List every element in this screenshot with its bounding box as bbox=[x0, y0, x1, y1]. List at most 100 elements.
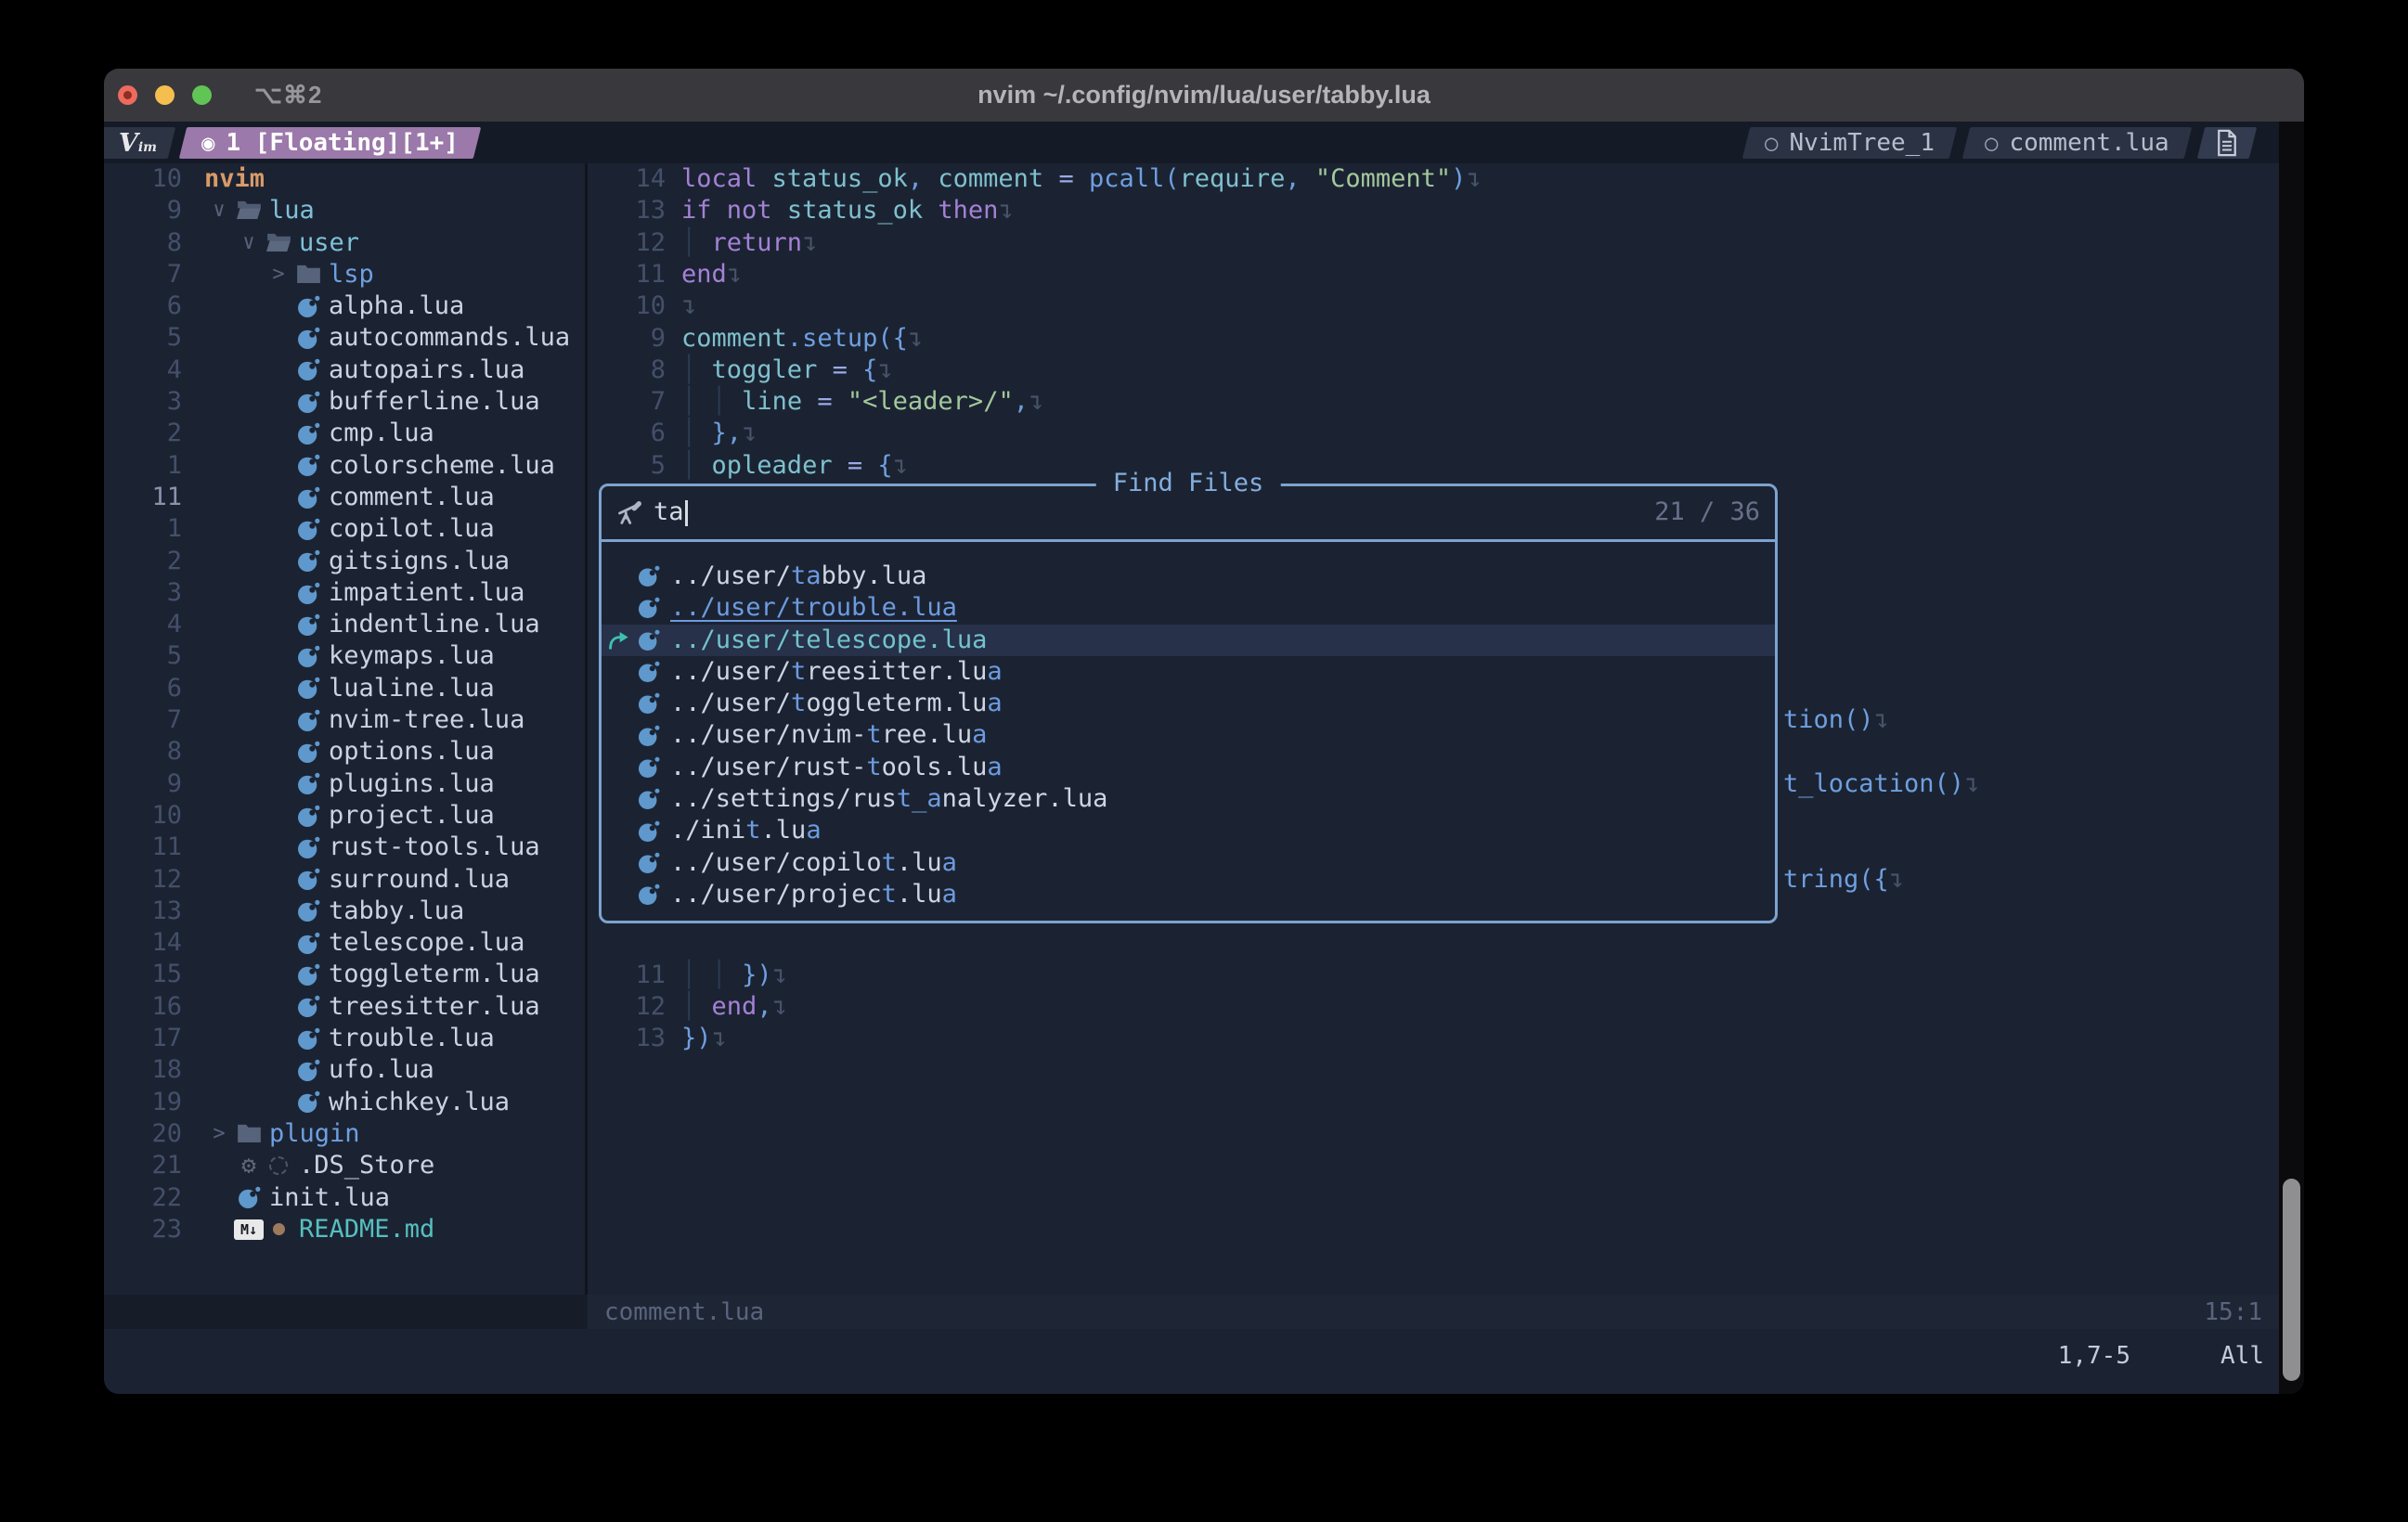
gear-icon: ⚙ bbox=[234, 1150, 264, 1181]
code-fragment: t_location()↴ bbox=[1783, 768, 1979, 800]
tree-row-autocommands-lua[interactable]: 5autocommands.lua bbox=[104, 322, 585, 354]
tree-row-gitsigns-lua[interactable]: 2gitsigns.lua bbox=[104, 546, 585, 577]
result-row[interactable]: ../user/nvim-tree.lua bbox=[602, 719, 1775, 751]
folder-closed-icon bbox=[237, 1123, 262, 1145]
tree-line-number: 20 bbox=[104, 1118, 182, 1150]
result-row[interactable]: ../user/project.lua bbox=[602, 879, 1775, 910]
document-icon bbox=[2215, 129, 2239, 157]
tree-row-colorscheme-lua[interactable]: 1colorscheme.lua bbox=[104, 450, 585, 482]
tree-row-rust-tools-lua[interactable]: 11rust-tools.lua bbox=[104, 832, 585, 863]
tree-row-lualine-lua[interactable]: 6lualine.lua bbox=[104, 673, 585, 704]
code-line[interactable]: 11│ │ })↴ bbox=[588, 960, 2279, 991]
tree-row-lua[interactable]: 9∨lua bbox=[104, 195, 585, 226]
tree-row-surround-lua[interactable]: 12surround.lua bbox=[104, 864, 585, 896]
result-row[interactable]: ./init.lua bbox=[602, 815, 1775, 846]
tab-active-floating[interactable]: ◉1 [Floating][1+] bbox=[179, 127, 481, 159]
code-line[interactable]: 8│ toggler = {↴ bbox=[588, 355, 2279, 386]
folder-open-icon bbox=[266, 232, 291, 254]
tree-row-keymaps-lua[interactable]: 5keymaps.lua bbox=[104, 640, 585, 672]
result-row[interactable]: ../user/rust-tools.lua bbox=[602, 752, 1775, 783]
chevron-down-icon[interactable]: ∨ bbox=[204, 195, 234, 226]
tree-row-user[interactable]: 8∨user bbox=[104, 227, 585, 259]
result-row[interactable]: ../user/trouble.lua bbox=[602, 592, 1775, 624]
tree-row-whichkey-lua[interactable]: 19whichkey.lua bbox=[104, 1087, 585, 1118]
lua-file-icon bbox=[296, 294, 321, 319]
tree-row-tabby-lua[interactable]: 13tabby.lua bbox=[104, 896, 585, 927]
code-line[interactable]: 5│ opleader = {↴ bbox=[588, 450, 2279, 482]
tab-nvimtree[interactable]: ○NvimTree_1 bbox=[1742, 127, 1957, 159]
result-row[interactable]: ../settings/rust_analyzer.lua bbox=[602, 783, 1775, 815]
chevron-right-icon[interactable]: > bbox=[204, 1118, 234, 1150]
find-files-popup: Find Files ta 21 / 36 ../user/tabby.lua.… bbox=[599, 484, 1778, 923]
tree-row-project-lua[interactable]: 10project.lua bbox=[104, 800, 585, 832]
telescope-icon bbox=[616, 500, 642, 526]
terminal-window: ⌥⌘2 nvim ~/.config/nvim/lua/user/tabby.l… bbox=[104, 69, 2304, 1394]
tree-row-nvim[interactable]: 10nvim bbox=[104, 163, 585, 195]
buffer-list-chip[interactable] bbox=[2197, 127, 2257, 159]
tree-row-copilot-lua[interactable]: 1copilot.lua bbox=[104, 513, 585, 545]
code-line[interactable]: 14local status_ok, comment = pcall(requi… bbox=[588, 163, 2279, 195]
lua-file-icon bbox=[296, 804, 321, 829]
chevron-down-icon[interactable]: ∨ bbox=[234, 227, 264, 259]
code-line[interactable]: 13if not status_ok then↴ bbox=[588, 195, 2279, 226]
code-line[interactable]: 11end↴ bbox=[588, 259, 2279, 290]
code-line[interactable]: 13})↴ bbox=[588, 1023, 2279, 1054]
lua-file-icon bbox=[296, 708, 321, 733]
tree-row-plugin[interactable]: 20>plugin bbox=[104, 1118, 585, 1150]
result-row[interactable]: ../user/tabby.lua bbox=[602, 561, 1775, 592]
tree-row-options-lua[interactable]: 8options.lua bbox=[104, 736, 585, 767]
tree-row-comment-lua[interactable]: 11comment.lua bbox=[104, 482, 585, 513]
code-line[interactable]: 9comment.setup({↴ bbox=[588, 323, 2279, 355]
tree-row-bufferline-lua[interactable]: 3bufferline.lua bbox=[104, 386, 585, 418]
tree-row--ds-store[interactable]: 21⚙.DS_Store bbox=[104, 1150, 585, 1181]
code-line[interactable]: 7│ │ line = "<leader>/",↴ bbox=[588, 386, 2279, 418]
lua-file-icon bbox=[296, 1026, 321, 1051]
lua-file-icon bbox=[296, 421, 321, 446]
tree-row-plugins-lua[interactable]: 9plugins.lua bbox=[104, 768, 585, 800]
tree-row-alpha-lua[interactable]: 6alpha.lua bbox=[104, 290, 585, 322]
tree-row-nvim-tree-lua[interactable]: 7nvim-tree.lua bbox=[104, 704, 585, 736]
popup-title: Find Files bbox=[1096, 468, 1281, 499]
lua-file-icon bbox=[296, 326, 321, 351]
result-row[interactable]: ../user/treesitter.lua bbox=[602, 656, 1775, 688]
lua-file-icon bbox=[637, 660, 661, 684]
tree-row-toggleterm-lua[interactable]: 15toggleterm.lua bbox=[104, 959, 585, 990]
terminal-scrollbar-thumb[interactable] bbox=[2283, 1179, 2300, 1381]
lua-file-icon bbox=[296, 390, 321, 415]
editor-line-number: 11 bbox=[588, 960, 666, 991]
tree-row-telescope-lua[interactable]: 14telescope.lua bbox=[104, 927, 585, 959]
lua-file-icon bbox=[296, 1090, 321, 1115]
lua-file-icon bbox=[637, 755, 661, 780]
code-line[interactable]: 12│ return↴ bbox=[588, 227, 2279, 259]
result-row[interactable]: ../user/copilot.lua bbox=[602, 847, 1775, 879]
tree-line-number: 10 bbox=[104, 800, 182, 832]
tree-row-trouble-lua[interactable]: 17trouble.lua bbox=[104, 1023, 585, 1054]
result-row[interactable]: ../user/toggleterm.lua bbox=[602, 688, 1775, 719]
tree-row-impatient-lua[interactable]: 3impatient.lua bbox=[104, 577, 585, 609]
code-line[interactable]: 12│ end,↴ bbox=[588, 991, 2279, 1023]
lua-file-icon bbox=[296, 548, 321, 574]
tree-row-indentline-lua[interactable]: 4indentline.lua bbox=[104, 609, 585, 640]
terminal-scrollbar-track[interactable] bbox=[2279, 122, 2304, 1394]
tree-row-init-lua[interactable]: 22init.lua bbox=[104, 1182, 585, 1214]
search-input[interactable]: ta bbox=[654, 497, 684, 528]
code-line[interactable]: 10↴ bbox=[588, 290, 2279, 322]
tree-row-lsp[interactable]: 7>lsp bbox=[104, 259, 585, 290]
find-files-results: ../user/tabby.lua../user/trouble.lua../u… bbox=[602, 542, 1775, 910]
lua-file-icon bbox=[296, 453, 321, 478]
lua-file-icon bbox=[637, 819, 661, 844]
tree-line-number: 22 bbox=[104, 1182, 182, 1214]
statusline-editor-segment: comment.lua 15:1 bbox=[588, 1295, 2279, 1329]
tree-row-treesitter-lua[interactable]: 16treesitter.lua bbox=[104, 991, 585, 1023]
tree-row-cmp-lua[interactable]: 2cmp.lua bbox=[104, 418, 585, 449]
tree-row-autopairs-lua[interactable]: 4autopairs.lua bbox=[104, 355, 585, 386]
jump-arrow-icon bbox=[606, 628, 631, 653]
code-line[interactable]: 6│ },↴ bbox=[588, 418, 2279, 449]
folder-open-icon bbox=[237, 200, 262, 222]
tab-comment-lua[interactable]: ○comment.lua bbox=[1962, 127, 2192, 159]
chevron-right-icon[interactable]: > bbox=[264, 259, 293, 290]
tree-row-readme-md[interactable]: 23M↓README.md bbox=[104, 1214, 585, 1245]
result-row[interactable]: ../user/telescope.lua bbox=[602, 625, 1775, 656]
tree-row-ufo-lua[interactable]: 18ufo.lua bbox=[104, 1054, 585, 1086]
tree-line-number: 8 bbox=[104, 227, 182, 259]
